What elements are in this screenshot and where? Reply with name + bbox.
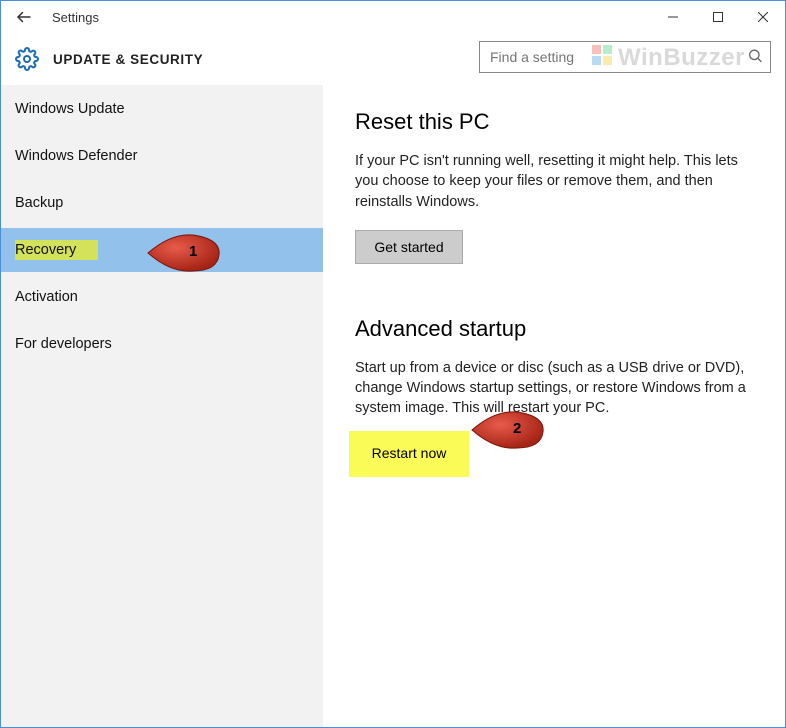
sidebar-item-label: Windows Update [15,101,125,117]
search-input[interactable] [479,41,771,73]
sidebar-item-label: Backup [15,195,63,211]
sidebar-item-label: Windows Defender [15,148,138,164]
section-heading-reset: Reset this PC [355,109,757,135]
minimize-button[interactable] [650,1,695,33]
minimize-icon [668,12,678,22]
sidebar-item-backup[interactable]: Backup [1,181,323,225]
window-title: Settings [52,10,99,25]
header: UPDATE & SECURITY [1,33,785,85]
body: Windows Update Windows Defender Backup R… [1,85,785,727]
sidebar-item-windows-update[interactable]: Windows Update [1,87,323,131]
back-button[interactable] [1,1,46,33]
arrow-left-icon [15,8,33,26]
content: Reset this PC If your PC isn't running w… [323,85,785,727]
search-wrap [479,41,771,73]
sidebar-item-windows-defender[interactable]: Windows Defender [1,134,323,178]
sidebar: Windows Update Windows Defender Backup R… [1,85,323,727]
close-icon [758,12,768,22]
sidebar-item-activation[interactable]: Activation [1,275,323,319]
restart-now-button[interactable]: Restart now [355,437,463,471]
titlebar: Settings [1,1,785,33]
get-started-button[interactable]: Get started [355,230,463,264]
section-heading-advanced: Advanced startup [355,316,757,342]
section-body-reset: If your PC isn't running well, resetting… [355,151,755,212]
sidebar-item-label: For developers [15,336,112,352]
maximize-button[interactable] [695,1,740,33]
close-button[interactable] [740,1,785,33]
section-body-advanced: Start up from a device or disc (such as … [355,358,755,419]
sidebar-item-label: Activation [15,289,78,305]
sidebar-item-for-developers[interactable]: For developers [1,322,323,366]
page-title: UPDATE & SECURITY [53,52,203,67]
maximize-icon [713,12,723,22]
sidebar-item-label: Recovery [15,240,98,260]
sidebar-item-recovery[interactable]: Recovery [1,228,323,272]
gear-icon [15,47,39,71]
